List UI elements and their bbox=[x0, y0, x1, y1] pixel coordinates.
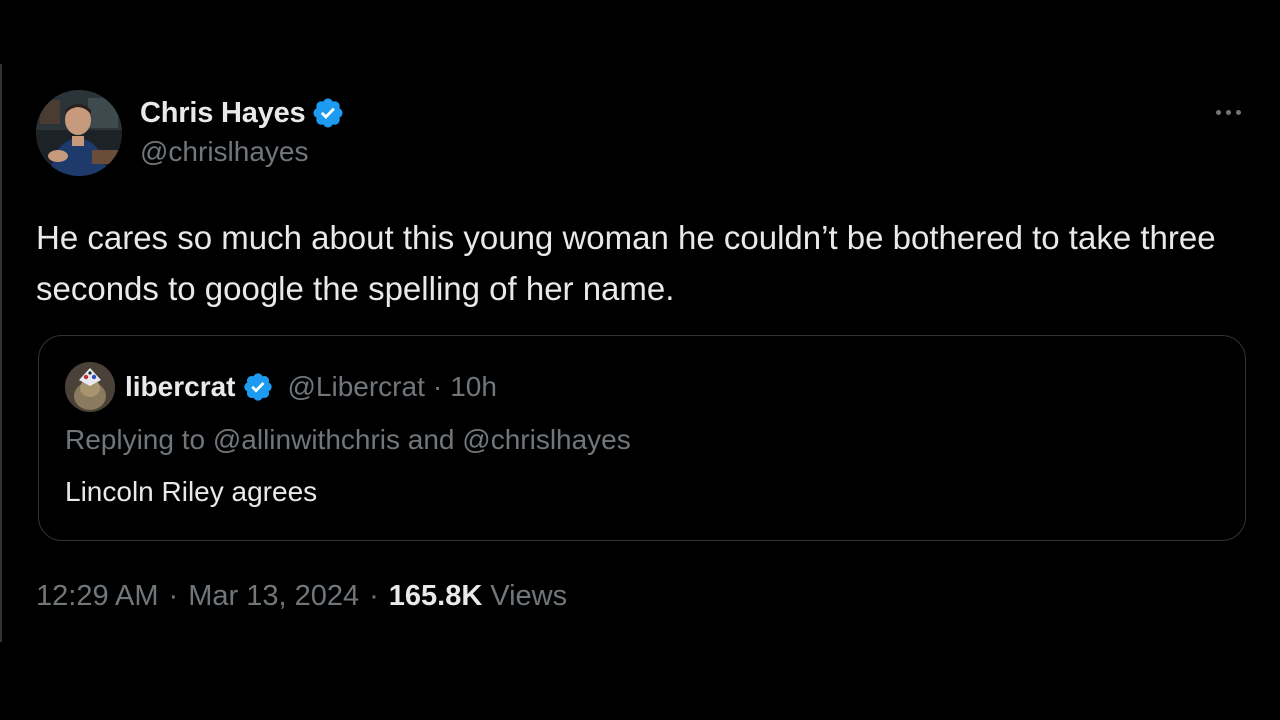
author-handle[interactable]: @chrislhayes bbox=[140, 136, 345, 168]
more-options-button[interactable] bbox=[1208, 98, 1248, 126]
quoted-author-avatar[interactable] bbox=[65, 362, 115, 412]
tweet-date[interactable]: Mar 13, 2024 bbox=[188, 580, 359, 613]
tweet-screenshot: Chris Hayes @chrislhayes He cares so muc… bbox=[0, 0, 1280, 720]
more-dot bbox=[1225, 109, 1231, 115]
tweet-time[interactable]: 12:29 AM bbox=[36, 580, 159, 613]
views-label: Views bbox=[490, 580, 568, 612]
author-display-name[interactable]: Chris Hayes bbox=[140, 97, 306, 130]
verified-badge-icon[interactable] bbox=[311, 96, 345, 130]
quoted-timestamp[interactable]: 10h bbox=[450, 371, 497, 403]
meta-separator: · bbox=[168, 580, 179, 612]
quoted-tweet-header: libercrat @Libercrat · 10h bbox=[65, 362, 497, 412]
quoted-tweet-text: Lincoln Riley agrees bbox=[65, 476, 318, 507]
tweet-text: He cares so much about this young woman … bbox=[36, 219, 1225, 307]
meta-separator: · bbox=[369, 580, 379, 612]
tweet-meta: 12:29 AM · Mar 13, 2024 · 165.8K Views bbox=[36, 580, 567, 613]
tweet: Chris Hayes @chrislhayes He cares so muc… bbox=[36, 88, 1248, 314]
more-horizontal-icon bbox=[1215, 109, 1221, 115]
more-dot bbox=[1235, 109, 1241, 115]
quoted-author-display-name[interactable]: libercrat bbox=[125, 371, 236, 403]
author-names: Chris Hayes @chrislhayes bbox=[140, 94, 345, 168]
quoted-replying-to: Replying to @allinwithchris and @chrislh… bbox=[65, 424, 631, 455]
quoted-tweet[interactable]: libercrat @Libercrat · 10h Replying to @… bbox=[38, 335, 1246, 541]
verified-badge-icon bbox=[243, 373, 272, 401]
tweet-header: Chris Hayes @chrislhayes bbox=[36, 88, 1248, 178]
timeline-divider bbox=[0, 64, 2, 642]
author-avatar[interactable] bbox=[36, 90, 122, 176]
author-name-row: Chris Hayes bbox=[140, 94, 345, 132]
quoted-separator: · bbox=[432, 371, 443, 402]
views-count[interactable]: 165.8K bbox=[389, 580, 483, 613]
quoted-author-handle[interactable]: @Libercrat bbox=[288, 371, 425, 403]
